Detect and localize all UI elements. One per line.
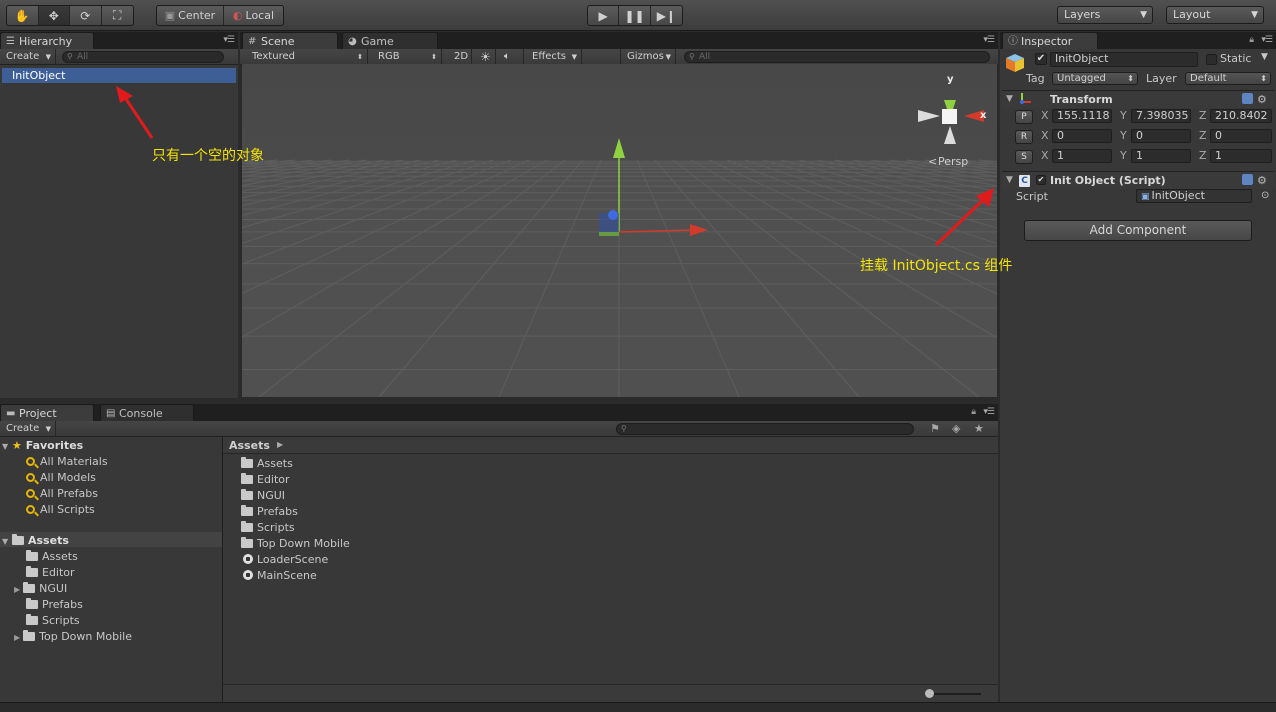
inspector-annotation: 挂载 InitObject.cs 组件 <box>860 258 1013 274</box>
annotation-arrows <box>116 86 994 247</box>
hierarchy-annotation: 只有一个空的对象 <box>152 148 264 164</box>
